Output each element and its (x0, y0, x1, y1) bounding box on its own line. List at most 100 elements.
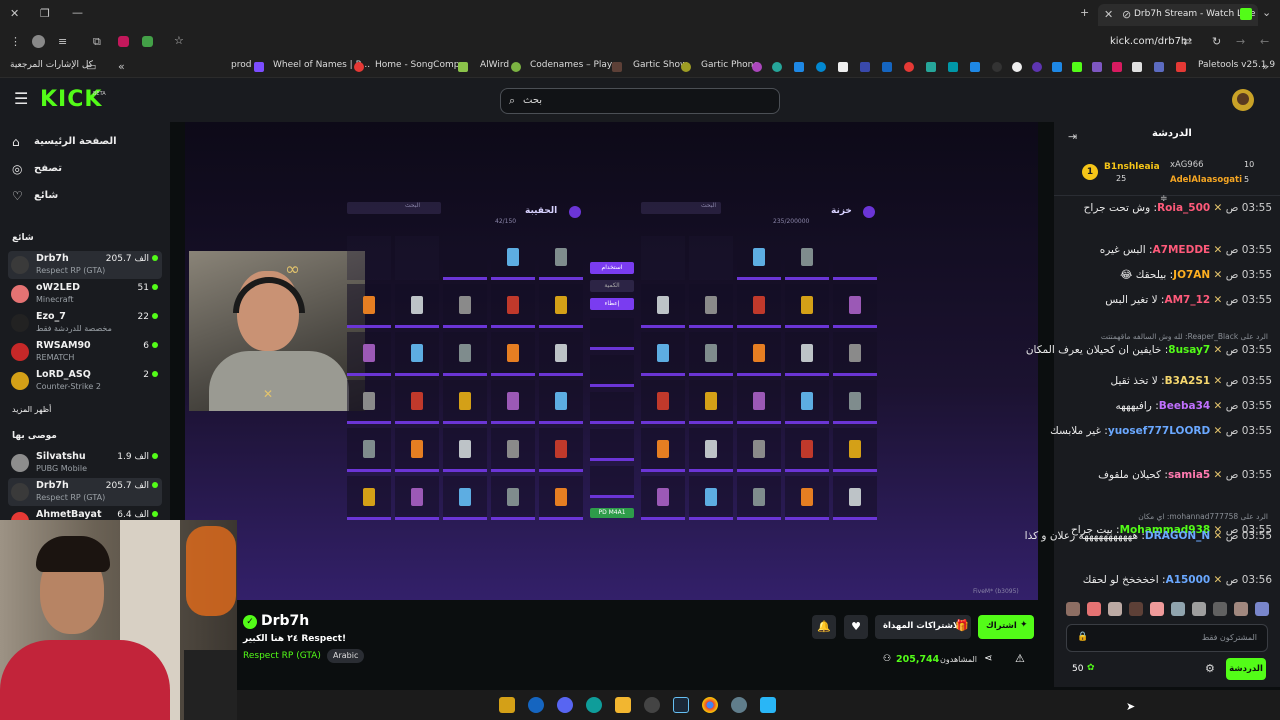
chat-username[interactable]: B3A2S1 (1165, 375, 1211, 387)
bookmark-alwird[interactable]: AlWird (480, 60, 509, 70)
bookmark-icon[interactable] (838, 62, 848, 72)
chevron-left-icon[interactable]: « (118, 60, 125, 74)
inventory-slot[interactable] (491, 428, 535, 472)
report-icon[interactable]: ⚠ (1015, 652, 1025, 665)
menu-dots-icon[interactable]: ⋮ (10, 35, 21, 49)
inventory-slot[interactable] (539, 332, 583, 376)
send-chat-button[interactable]: الدردشة (1226, 658, 1266, 680)
windows-start-icon[interactable] (760, 697, 776, 713)
channel-points[interactable]: 50 (1072, 664, 1083, 674)
inventory-slot[interactable] (785, 332, 829, 376)
chat-username[interactable]: A15000 (1166, 574, 1211, 586)
leader-name[interactable]: xAG966 (1170, 160, 1204, 170)
bookmark-icon[interactable] (816, 62, 826, 72)
obs-icon[interactable] (644, 697, 660, 713)
inventory-slot[interactable] (785, 380, 829, 424)
use-button[interactable]: استخدام (590, 262, 634, 274)
inventory-slot[interactable] (689, 332, 733, 376)
video-player[interactable]: البحث الحقيبة 42/150 البحث خزنة 235/2000… (185, 122, 1038, 600)
hotbar-slot[interactable] (590, 392, 634, 424)
inventory-slot[interactable] (395, 476, 439, 520)
chat-message[interactable]: 03:55 ص ✕ AM7_12: لا تغير البس (1105, 294, 1272, 306)
inventory-slot[interactable] (347, 236, 391, 280)
bookmark-gartic-show[interactable]: Gartic Show (633, 60, 687, 70)
file-explorer-icon[interactable] (615, 697, 631, 713)
inventory-slot[interactable] (539, 284, 583, 328)
inventory-slot[interactable] (737, 236, 781, 280)
chat-username[interactable]: DRAGON_N (1145, 530, 1210, 542)
chat-username[interactable]: 8usay7 (1168, 344, 1210, 356)
follow-heart-button[interactable]: ♥ (844, 615, 868, 639)
bookmark-gartic-phone[interactable]: Gartic Phone (701, 60, 759, 70)
bookmark-star-icon[interactable]: ☆ (174, 34, 184, 48)
chat-username[interactable]: A7MEDDE (1153, 244, 1211, 256)
bookmark-icon[interactable] (926, 62, 936, 72)
bookmark-icon[interactable] (794, 62, 804, 72)
emote-icon[interactable] (1129, 602, 1143, 616)
settings-icon[interactable] (731, 697, 747, 713)
give-button[interactable]: إعطاء (590, 298, 634, 310)
emote-icon[interactable] (1213, 602, 1227, 616)
inventory-slot[interactable] (689, 428, 733, 472)
inventory-slot[interactable] (689, 476, 733, 520)
quantity-field[interactable]: الكمية (590, 280, 634, 292)
bookmark-icon[interactable] (1052, 62, 1062, 72)
inventory-slot[interactable] (785, 428, 829, 472)
bookmark-icon[interactable] (882, 62, 892, 72)
bookmark-icon[interactable] (1012, 62, 1022, 72)
chat-settings-icon[interactable]: ⚙ (1205, 662, 1215, 675)
inventory-slot[interactable] (737, 476, 781, 520)
url-text[interactable]: kick.com/drb7h (1110, 36, 1187, 47)
notification-bell-button[interactable]: 🔔 (812, 615, 836, 639)
inventory-slot[interactable] (491, 284, 535, 328)
inventory-slot[interactable] (833, 380, 877, 424)
emote-icon[interactable] (1255, 602, 1269, 616)
hamburger-menu-icon[interactable]: ☰ (14, 91, 28, 107)
inventory-slot[interactable] (539, 428, 583, 472)
site-settings-icon[interactable]: ⇄ (1183, 35, 1192, 49)
chat-input[interactable]: 🔒 المشتركون فقط (1066, 624, 1268, 652)
inventory-slot[interactable] (395, 380, 439, 424)
bookmark-prod[interactable]: prod (231, 60, 251, 70)
inventory-slot[interactable] (395, 284, 439, 328)
gift-subs-button[interactable]: الاشتراكات المهداة 🎁 (875, 615, 971, 639)
emote-icon[interactable] (1234, 602, 1248, 616)
close-tab-icon[interactable]: ✕ (1104, 8, 1113, 22)
inventory-slot[interactable] (347, 284, 391, 328)
sidebar-item-ezo7[interactable]: Ezo_7 مخصصة للدردشة فقط 22 (8, 309, 162, 337)
chat-message[interactable]: 03:55 ص ✕ A7MEDDE: البس غيره (1100, 244, 1272, 256)
vault-search[interactable]: البحث (641, 198, 735, 216)
inventory-slot[interactable] (641, 380, 685, 424)
bookmark-icon[interactable] (904, 62, 914, 72)
inventory-slot[interactable] (833, 476, 877, 520)
forward-icon[interactable]: → (1236, 35, 1245, 49)
inventory-slot[interactable] (737, 284, 781, 328)
inventory-slot[interactable] (491, 236, 535, 280)
subscribe-button[interactable]: اشتراك ✦ (978, 615, 1034, 639)
emote-icon[interactable] (1192, 602, 1206, 616)
inventory-slot[interactable] (347, 476, 391, 520)
chat-message[interactable]: 03:55 ص ✕ JO7AN: بيلحقك 😂 (1120, 269, 1272, 281)
inventory-slot[interactable] (833, 428, 877, 472)
reload-icon[interactable]: ↻ (1212, 35, 1221, 49)
inventory-slot[interactable] (641, 476, 685, 520)
language-tag[interactable]: Arabic (327, 649, 365, 663)
chat-message[interactable]: 03:55 ص ✕ B3A2S1: لا تخذ ثقيل (1111, 375, 1273, 387)
inventory-slot[interactable] (833, 236, 877, 280)
chat-message[interactable]: 03:55 ص ✕ yuosef777LOORD: غير ملابسك (1050, 425, 1272, 437)
sidebar-item-ow2led[interactable]: oW2LED Minecraft 51 (8, 280, 162, 308)
inventory-slot[interactable] (539, 380, 583, 424)
chat-username[interactable]: samia5 (1168, 469, 1210, 481)
bookmark-icon[interactable] (1032, 62, 1042, 72)
extension-a-icon[interactable] (118, 36, 129, 47)
inventory-slot[interactable] (641, 236, 685, 280)
chat-message[interactable]: 03:55 ص ✕ Roia_500: وش تحت جراح (1084, 202, 1272, 214)
hotbar-slot[interactable] (590, 466, 634, 498)
chrome-icon[interactable] (702, 697, 718, 713)
inventory-slot[interactable] (641, 284, 685, 328)
inventory-slot[interactable] (395, 236, 439, 280)
discord-icon[interactable] (557, 697, 573, 713)
inventory-slot[interactable] (539, 236, 583, 280)
chat-message[interactable]: 03:56 ص ✕ A15000: اخخخخخ لو لحقك (1083, 574, 1272, 586)
share-icon[interactable]: ⋖ (984, 653, 992, 664)
